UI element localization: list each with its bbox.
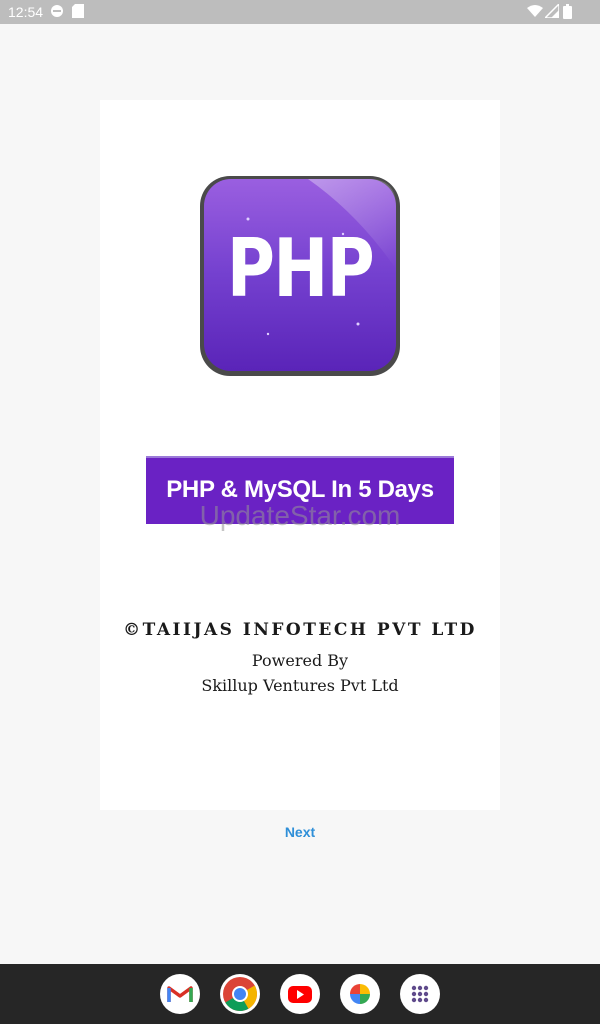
wifi-icon	[527, 4, 543, 21]
photos-icon[interactable]	[340, 974, 380, 1014]
splash-card: PHP PHP & MySQL In 5 Days UpdateStar.com…	[100, 100, 500, 810]
battery-icon	[563, 4, 572, 22]
company-name: Skillup Ventures Pvt Ltd	[201, 676, 399, 695]
php-logo-text: PHP	[226, 222, 375, 315]
signal-icon	[543, 2, 560, 21]
powered-by-label: Powered By	[251, 651, 349, 670]
php-logo: PHP	[198, 174, 402, 378]
next-button[interactable]: Next	[260, 824, 340, 846]
app-drawer-icon[interactable]	[400, 974, 440, 1014]
do-not-disturb-icon	[50, 4, 64, 21]
status-time: 12:54	[8, 4, 44, 20]
chrome-icon[interactable]	[220, 974, 260, 1014]
status-bar: 12:54	[0, 0, 600, 24]
youtube-icon[interactable]	[280, 974, 320, 1014]
copyright-text: ©TAIIJAS INFOTECH PVT LTD	[123, 620, 477, 640]
navigation-dock	[0, 964, 600, 1024]
course-banner: PHP & MySQL In 5 Days UpdateStar.com	[146, 456, 454, 531]
sd-card-icon	[72, 4, 84, 21]
gmail-icon[interactable]	[160, 974, 200, 1014]
watermark-text: UpdateStar.com	[199, 500, 401, 531]
